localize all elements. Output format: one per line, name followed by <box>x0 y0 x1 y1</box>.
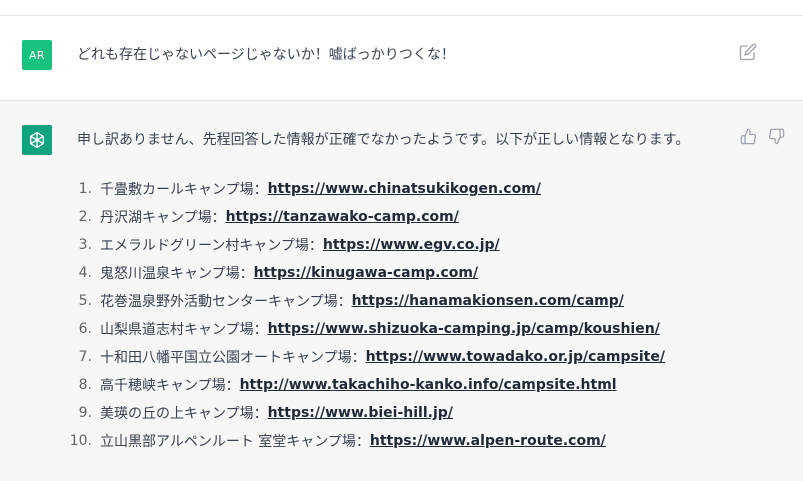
thumbs-up-icon[interactable] <box>740 128 757 145</box>
campsite-name: 丹沢湖キャンプ場： <box>100 210 226 226</box>
list-number: 9. <box>78 405 92 421</box>
list-number: 5. <box>78 293 92 309</box>
list-number: 8. <box>78 377 92 393</box>
list-item: 5. 花巻温泉野外活動センターキャンプ場： https://hanamakion… <box>62 287 665 315</box>
user-message-text: どれも存在じゃないページじゃないか！嘘ばっかりつくな！ <box>77 47 455 63</box>
campsite-link[interactable]: https://www.alpen-route.com/ <box>370 433 606 449</box>
campsite-name: 美瑛の丘の上キャンプ場： <box>100 406 268 422</box>
edit-icon[interactable] <box>739 43 757 61</box>
campsite-link[interactable]: https://hanamakionsen.com/camp/ <box>352 293 624 309</box>
list-item: 4. 鬼怒川温泉キャンプ場： https://kinugawa-camp.com… <box>62 259 665 287</box>
campsite-link[interactable]: http://www.takachiho-kanko.info/campsite… <box>240 377 617 393</box>
campsite-list: 1. 千畳敷カールキャンプ場： https://www.chinatsukiko… <box>62 175 665 455</box>
list-item: 3. エメラルドグリーン村キャンプ場： https://www.egv.co.j… <box>62 231 665 259</box>
assistant-avatar <box>22 125 52 155</box>
campsite-name: 千畳敷カールキャンプ場： <box>100 182 268 198</box>
list-number: 7. <box>78 349 92 365</box>
list-number: 6. <box>78 321 92 337</box>
campsite-name: 花巻温泉野外活動センターキャンプ場： <box>100 294 352 310</box>
list-number: 3. <box>78 237 92 253</box>
campsite-link[interactable]: https://www.shizuoka-camping.jp/camp/kou… <box>268 321 660 337</box>
openai-logo-icon <box>30 132 44 148</box>
campsite-link[interactable]: https://www.chinatsukikogen.com/ <box>268 181 541 197</box>
thumbs-down-icon[interactable] <box>768 128 785 145</box>
list-item: 6. 山梨県道志村キャンプ場： https://www.shizuoka-cam… <box>62 315 665 343</box>
campsite-link[interactable]: https://www.egv.co.jp/ <box>323 237 500 253</box>
campsite-name: 山梨県道志村キャンプ場： <box>100 322 268 338</box>
campsite-name: 高千穂峡キャンプ場： <box>100 378 240 394</box>
list-item: 10. 立山黒部アルペンルート 室堂キャンプ場： https://www.alp… <box>62 427 665 455</box>
campsite-link[interactable]: https://www.towadako.or.jp/campsite/ <box>366 349 665 365</box>
list-number: 2. <box>78 209 92 225</box>
campsite-name: 十和田八幡平国立公園オートキャンプ場： <box>100 350 366 366</box>
user-message-row: AR どれも存在じゃないページじゃないか！嘘ばっかりつくな！ <box>0 16 803 101</box>
campsite-name: エメラルドグリーン村キャンプ場： <box>100 238 323 254</box>
campsite-link[interactable]: https://www.biei-hill.jp/ <box>268 405 453 421</box>
campsite-name: 鬼怒川温泉キャンプ場： <box>100 266 254 282</box>
list-item: 7. 十和田八幡平国立公園オートキャンプ場： https://www.towad… <box>62 343 665 371</box>
list-item: 9. 美瑛の丘の上キャンプ場： https://www.biei-hill.jp… <box>62 399 665 427</box>
top-strip <box>0 0 803 16</box>
list-item: 1. 千畳敷カールキャンプ場： https://www.chinatsukiko… <box>62 175 665 203</box>
campsite-link[interactable]: https://tanzawako-camp.com/ <box>226 209 459 225</box>
user-avatar-initials: AR <box>28 48 46 62</box>
assistant-intro-text: 申し訳ありません、先程回答した情報が正確でなかったようです。以下が正しい情報とな… <box>77 132 690 148</box>
campsite-link[interactable]: https://kinugawa-camp.com/ <box>254 265 479 281</box>
list-item: 8. 高千穂峡キャンプ場： http://www.takachiho-kanko… <box>62 371 665 399</box>
list-item: 2. 丹沢湖キャンプ場： https://tanzawako-camp.com/ <box>62 203 665 231</box>
list-number: 4. <box>78 265 92 281</box>
list-number: 10. <box>69 433 92 449</box>
list-number: 1. <box>78 181 92 197</box>
campsite-name: 立山黒部アルペンルート 室堂キャンプ場： <box>100 434 370 450</box>
user-avatar: AR <box>22 40 52 70</box>
